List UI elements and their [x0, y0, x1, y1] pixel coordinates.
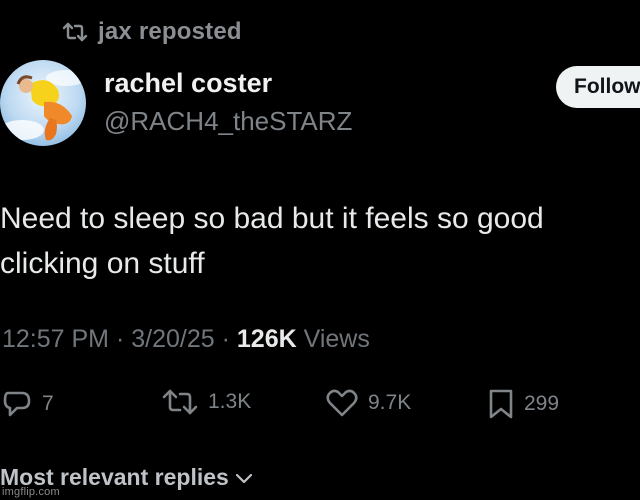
bookmark-button[interactable]: 299: [488, 389, 559, 419]
action-bar: 7 1.3K 9.7K 299: [0, 389, 640, 421]
meta-separator: ·: [221, 325, 230, 353]
author-handle[interactable]: @RACH4_theSTARZ: [104, 106, 352, 137]
repost-icon: [62, 22, 88, 42]
follow-button[interactable]: Follow: [556, 66, 640, 108]
reply-icon: [2, 389, 32, 419]
author-name[interactable]: rachel coster: [104, 68, 272, 99]
views-count: 126K: [236, 325, 297, 353]
bookmark-icon: [488, 389, 514, 419]
tweet-line: clicking on stuff: [0, 247, 205, 280]
like-button[interactable]: 9.7K: [326, 389, 411, 417]
tweet-date[interactable]: 3/20/25: [131, 325, 214, 353]
repost-label: jax reposted: [98, 18, 242, 45]
views-label: Views: [303, 325, 370, 353]
reply-count: 7: [42, 392, 54, 415]
repost-icon: [162, 389, 198, 415]
repost-button[interactable]: 1.3K: [162, 389, 251, 415]
bookmark-count: 299: [524, 392, 560, 415]
reply-button[interactable]: 7: [2, 389, 54, 419]
repost-count: 1.3K: [208, 390, 252, 413]
heart-icon: [326, 389, 358, 417]
chevron-down-icon: [235, 464, 253, 491]
meta-separator: ·: [115, 325, 125, 353]
tweet-meta: 12:57 PM · 3/20/25 · 126K Views: [2, 325, 370, 354]
repost-header[interactable]: jax reposted: [62, 18, 242, 46]
tweet-line: Need to sleep so bad but it feels so goo…: [0, 202, 544, 235]
watermark: imgflip.com: [2, 486, 60, 498]
like-count: 9.7K: [368, 391, 412, 414]
tweet-time[interactable]: 12:57 PM: [2, 325, 109, 353]
avatar[interactable]: [0, 60, 86, 146]
tweet-text: Need to sleep so bad but it feels so goo…: [0, 196, 640, 286]
